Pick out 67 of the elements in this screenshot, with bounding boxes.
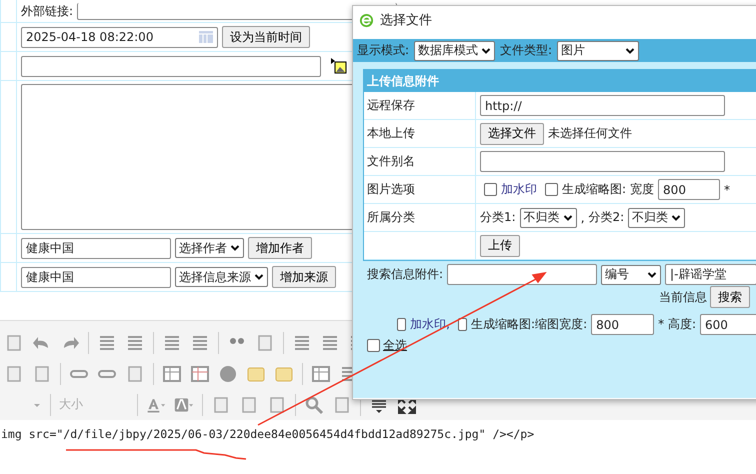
field-label: 宽度 <box>630 181 654 198</box>
add-source-button[interactable]: 增加来源 <box>272 266 336 288</box>
add-author-button[interactable]: 增加作者 <box>248 237 312 259</box>
field-label: 搜索信息附件: <box>367 266 444 283</box>
dropdown-caret-icon[interactable] <box>625 46 636 56</box>
table-icon[interactable] <box>311 364 331 384</box>
dropdown-caret-icon[interactable] <box>481 46 492 56</box>
field-label: 当前信息 <box>659 288 707 306</box>
checkbox-label: 加水印, <box>410 316 450 333</box>
text-field[interactable]: http:// <box>480 95 725 116</box>
search-button[interactable]: 搜索 <box>710 286 750 308</box>
field-label: 所属分类 <box>367 209 415 226</box>
checkbox[interactable] <box>545 183 558 196</box>
checkbox[interactable] <box>458 318 468 331</box>
field-label: 图片选项 <box>367 181 415 198</box>
date-field[interactable]: 2025-04-18 08:22:00 <box>21 26 218 48</box>
panel-header: 上传信息附件 <box>364 70 756 92</box>
category-field[interactable]: |-辟谣学堂 <box>665 264 756 285</box>
image-field[interactable] <box>21 56 321 76</box>
search-icon[interactable] <box>304 394 324 414</box>
file-type-select[interactable]: 图片 <box>557 40 640 60</box>
search-field[interactable] <box>447 264 598 285</box>
checkbox[interactable] <box>367 339 380 352</box>
set-time-button[interactable]: 设为当前时间 <box>222 26 310 48</box>
dropdown-caret-icon[interactable] <box>562 212 573 222</box>
height-field[interactable]: 600 <box>700 314 756 335</box>
field-label: 远程保存 <box>367 97 415 114</box>
checkbox-label: 加水印 <box>501 181 537 198</box>
dropdown-caret-icon[interactable] <box>254 272 264 282</box>
source-select[interactable]: 选择信息来源 <box>175 267 268 287</box>
field-label: 文件类型: <box>500 42 552 59</box>
text-field[interactable] <box>480 151 725 172</box>
picture-icon[interactable] <box>331 58 347 74</box>
field-label: 本地上传 <box>367 125 415 142</box>
search-field-select[interactable]: 编号 <box>601 264 662 284</box>
checkbox-label: 生成缩略图:缩图宽度: <box>471 316 588 333</box>
checkbox[interactable] <box>484 183 497 196</box>
field-label: 显示模式: <box>357 42 410 59</box>
upload-button[interactable]: 上传 <box>480 234 520 256</box>
browser-icon <box>359 12 374 28</box>
field-label: 分类1: <box>480 209 516 226</box>
field-label: 文件别名 <box>367 153 415 170</box>
field-label: * 高度: <box>658 316 696 333</box>
field-label: 外部链接: <box>21 2 74 20</box>
category-select[interactable]: 不归类 <box>628 208 686 228</box>
dropdown-caret-icon[interactable] <box>647 270 658 280</box>
checkbox[interactable] <box>397 318 406 331</box>
choose-file-button[interactable]: 选择文件 <box>480 122 544 144</box>
separator-text: , <box>580 210 585 224</box>
dialog-title: 选择文件 <box>380 12 432 29</box>
checkbox-label: 生成缩略图: <box>562 181 626 198</box>
dropdown-caret-icon[interactable] <box>671 212 682 222</box>
source-field[interactable]: 健康中国 <box>21 266 171 288</box>
author-select[interactable]: 选择作者 <box>175 238 244 258</box>
image-icon[interactable] <box>162 364 182 384</box>
width-field[interactable]: 800 <box>591 314 654 335</box>
dropdown-caret-icon[interactable] <box>230 243 240 253</box>
display-mode-select[interactable]: 数据库模式 <box>414 40 496 60</box>
field-label: * <box>724 182 730 196</box>
author-field[interactable]: 健康中国 <box>21 238 171 258</box>
category-select[interactable]: 不归类 <box>520 208 577 228</box>
width-field[interactable]: 800 <box>658 179 720 200</box>
html-source-text: img src="/d/file/jbpy/2025/06-03/220dee84e0056454d4fbdd12ad89275c.jpg" /></p> <box>0 426 536 441</box>
calendar-icon[interactable] <box>199 31 213 43</box>
file-status: 未选择任何文件 <box>548 125 632 142</box>
calendar-icon[interactable] <box>190 364 210 384</box>
field-label: 分类2: <box>588 209 624 226</box>
